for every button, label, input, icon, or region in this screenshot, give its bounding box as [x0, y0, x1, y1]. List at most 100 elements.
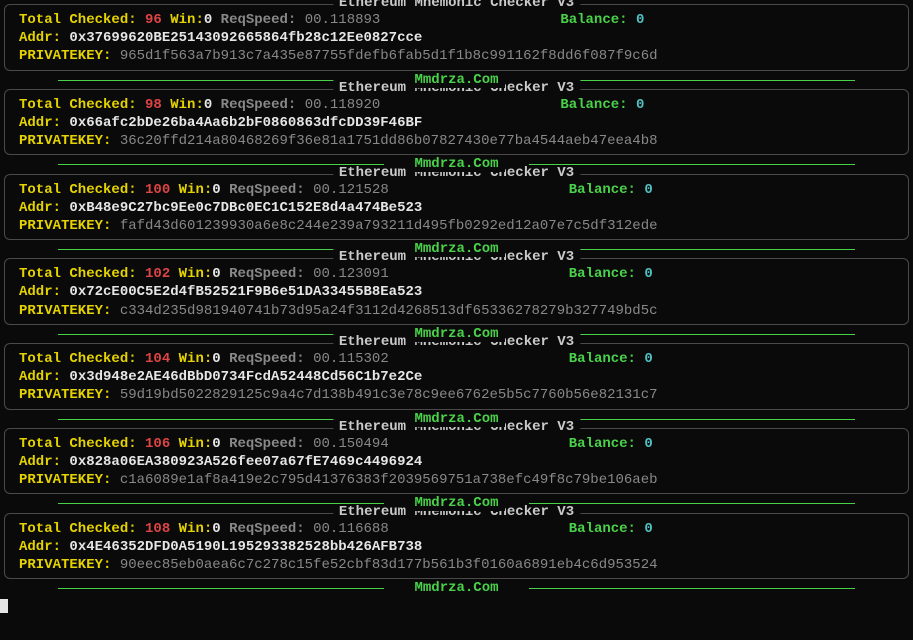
- balance-value: 0: [644, 182, 652, 198]
- win-label: Win:: [179, 436, 213, 452]
- win-value: 0: [204, 12, 212, 28]
- stats-line: Total Checked: 106 Win:0 ReqSpeed: 00.15…: [19, 435, 894, 453]
- reqspeed-label: ReqSpeed:: [229, 266, 305, 282]
- addr-label: Addr:: [19, 115, 61, 131]
- privatekey-value: c1a6089e1af8a419e2c795d41376383f20395697…: [120, 472, 658, 488]
- footer-line: Mmdrza.Com: [4, 325, 909, 343]
- total-checked-label: Total Checked:: [19, 351, 137, 367]
- reqspeed-label: ReqSpeed:: [221, 97, 297, 113]
- balance-value: 0: [636, 12, 644, 28]
- total-checked-label: Total Checked:: [19, 436, 137, 452]
- addr-label: Addr:: [19, 369, 61, 385]
- total-checked-label: Total Checked:: [19, 182, 137, 198]
- total-checked-value: 108: [145, 521, 170, 537]
- footer-line: Mmdrza.Com: [4, 494, 909, 512]
- footer-text: Mmdrza.Com: [408, 156, 504, 172]
- reqspeed-value: 00.115302: [313, 351, 389, 367]
- balance-value: 0: [636, 97, 644, 113]
- privatekey-label: PRIVATEKEY:: [19, 218, 111, 234]
- total-checked-value: 100: [145, 182, 170, 198]
- balance-label: Balance:: [560, 12, 627, 28]
- footer-line: Mmdrza.Com: [4, 155, 909, 173]
- addr-line: Addr: 0x4E46352DFD0A5190L195293382528bb4…: [19, 538, 894, 556]
- addr-label: Addr:: [19, 30, 61, 46]
- footer-line: Mmdrza.Com: [4, 410, 909, 428]
- addr-line: Addr: 0x37699620BE25143092665864fb28c12E…: [19, 29, 894, 47]
- reqspeed-label: ReqSpeed:: [229, 521, 305, 537]
- footer-text: Mmdrza.Com: [408, 411, 504, 427]
- addr-label: Addr:: [19, 284, 61, 300]
- privatekey-label: PRIVATEKEY:: [19, 133, 111, 149]
- footer-line: Mmdrza.Com: [4, 240, 909, 258]
- balance-value: 0: [644, 266, 652, 282]
- privatekey-value: 59d19bd5022829125c9a4c7d138b491c3e78c9ee…: [120, 387, 658, 403]
- win-label: Win:: [170, 97, 204, 113]
- block-title: Ethereum Mnemonic Checker V3: [333, 0, 580, 11]
- entry-block: Ethereum Mnemonic Checker V3Total Checke…: [4, 513, 909, 580]
- total-checked-label: Total Checked:: [19, 12, 137, 28]
- reqspeed-value: 00.118920: [305, 97, 381, 113]
- privatekey-label: PRIVATEKEY:: [19, 303, 111, 319]
- entry-block: Ethereum Mnemonic Checker V3Total Checke…: [4, 258, 909, 325]
- privatekey-value: 36c20ffd214a80468269f36e81a1751dd86b0782…: [120, 133, 658, 149]
- addr-label: Addr:: [19, 539, 61, 555]
- reqspeed-label: ReqSpeed:: [229, 436, 305, 452]
- stats-line: Total Checked: 104 Win:0 ReqSpeed: 00.11…: [19, 350, 894, 368]
- terminal-cursor: [0, 599, 8, 613]
- privatekey-value: fafd43d601239930a6e8c244e239a793211d495f…: [120, 218, 658, 234]
- addr-value: 0x72cE00C5E2d4fB52521F9B6e51DA33455B8Ea5…: [69, 284, 422, 300]
- reqspeed-label: ReqSpeed:: [221, 12, 297, 28]
- total-checked-value: 96: [145, 12, 162, 28]
- footer-line: Mmdrza.Com: [4, 579, 909, 597]
- reqspeed-value: 00.123091: [313, 266, 389, 282]
- balance-label: Balance:: [569, 182, 636, 198]
- stats-line: Total Checked: 102 Win:0 ReqSpeed: 00.12…: [19, 265, 894, 283]
- privatekey-label: PRIVATEKEY:: [19, 48, 111, 64]
- footer-line: Mmdrza.Com: [4, 71, 909, 89]
- win-value: 0: [212, 436, 220, 452]
- privatekey-line: PRIVATEKEY: c334d235d981940741b73d95a24f…: [19, 302, 894, 320]
- reqspeed-label: ReqSpeed:: [229, 351, 305, 367]
- win-value: 0: [212, 521, 220, 537]
- privatekey-label: PRIVATEKEY:: [19, 472, 111, 488]
- reqspeed-value: 00.116688: [313, 521, 389, 537]
- total-checked-value: 98: [145, 97, 162, 113]
- entry-block: Ethereum Mnemonic Checker V3Total Checke…: [4, 343, 909, 410]
- stats-line: Total Checked: 108 Win:0 ReqSpeed: 00.11…: [19, 520, 894, 538]
- balance-label: Balance:: [569, 266, 636, 282]
- privatekey-line: PRIVATEKEY: c1a6089e1af8a419e2c795d41376…: [19, 471, 894, 489]
- reqspeed-value: 00.121528: [313, 182, 389, 198]
- balance-label: Balance:: [569, 436, 636, 452]
- privatekey-line: PRIVATEKEY: 965d1f563a7b913c7a435e87755f…: [19, 47, 894, 65]
- footer-text: Mmdrza.Com: [408, 72, 504, 88]
- footer-text: Mmdrza.Com: [408, 241, 504, 257]
- entry-block: Ethereum Mnemonic Checker V3Total Checke…: [4, 428, 909, 495]
- addr-value: 0x37699620BE25143092665864fb28c12Ee0827c…: [69, 30, 422, 46]
- addr-label: Addr:: [19, 454, 61, 470]
- win-label: Win:: [179, 351, 213, 367]
- footer-text: Mmdrza.Com: [408, 326, 504, 342]
- cursor-line: [4, 597, 909, 613]
- stats-line: Total Checked: 98 Win: 0 ReqSpeed: 00.118…: [19, 96, 894, 114]
- total-checked-label: Total Checked:: [19, 97, 137, 113]
- privatekey-line: PRIVATEKEY: 36c20ffd214a80468269f36e81a1…: [19, 132, 894, 150]
- stats-line: Total Checked: 96 Win:0 ReqSpeed: 00.118…: [19, 11, 894, 29]
- privatekey-label: PRIVATEKEY:: [19, 557, 111, 573]
- addr-line: Addr: 0x828a06EA380923A526fee07a67fE7469…: [19, 453, 894, 471]
- win-value: 0: [212, 266, 220, 282]
- win-label: Win:: [179, 266, 213, 282]
- entry-block: Ethereum Mnemonic Checker V3Total Checke…: [4, 89, 909, 156]
- win-label: Win:: [179, 182, 213, 198]
- total-checked-label: Total Checked:: [19, 521, 137, 537]
- balance-label: Balance:: [560, 97, 627, 113]
- addr-value: 0x828a06EA380923A526fee07a67fE7469c44969…: [69, 454, 422, 470]
- entry-block: Ethereum Mnemonic Checker V3Total Checke…: [4, 174, 909, 241]
- win-value: 0: [212, 182, 220, 198]
- footer-text: Mmdrza.Com: [408, 495, 504, 511]
- addr-value: 0x3d948e2AE46dBbD0734FcdA52448Cd56C1b7e2…: [69, 369, 422, 385]
- win-label: Win:: [170, 12, 204, 28]
- addr-value: 0xB48e9C27bc9Ee0c7DBc0EC1C152E8d4a474Be5…: [69, 200, 422, 216]
- addr-line: Addr: 0xB48e9C27bc9Ee0c7DBc0EC1C152E8d4a…: [19, 199, 894, 217]
- addr-line: Addr: 0x72cE00C5E2d4fB52521F9B6e51DA3345…: [19, 283, 894, 301]
- balance-value: 0: [644, 521, 652, 537]
